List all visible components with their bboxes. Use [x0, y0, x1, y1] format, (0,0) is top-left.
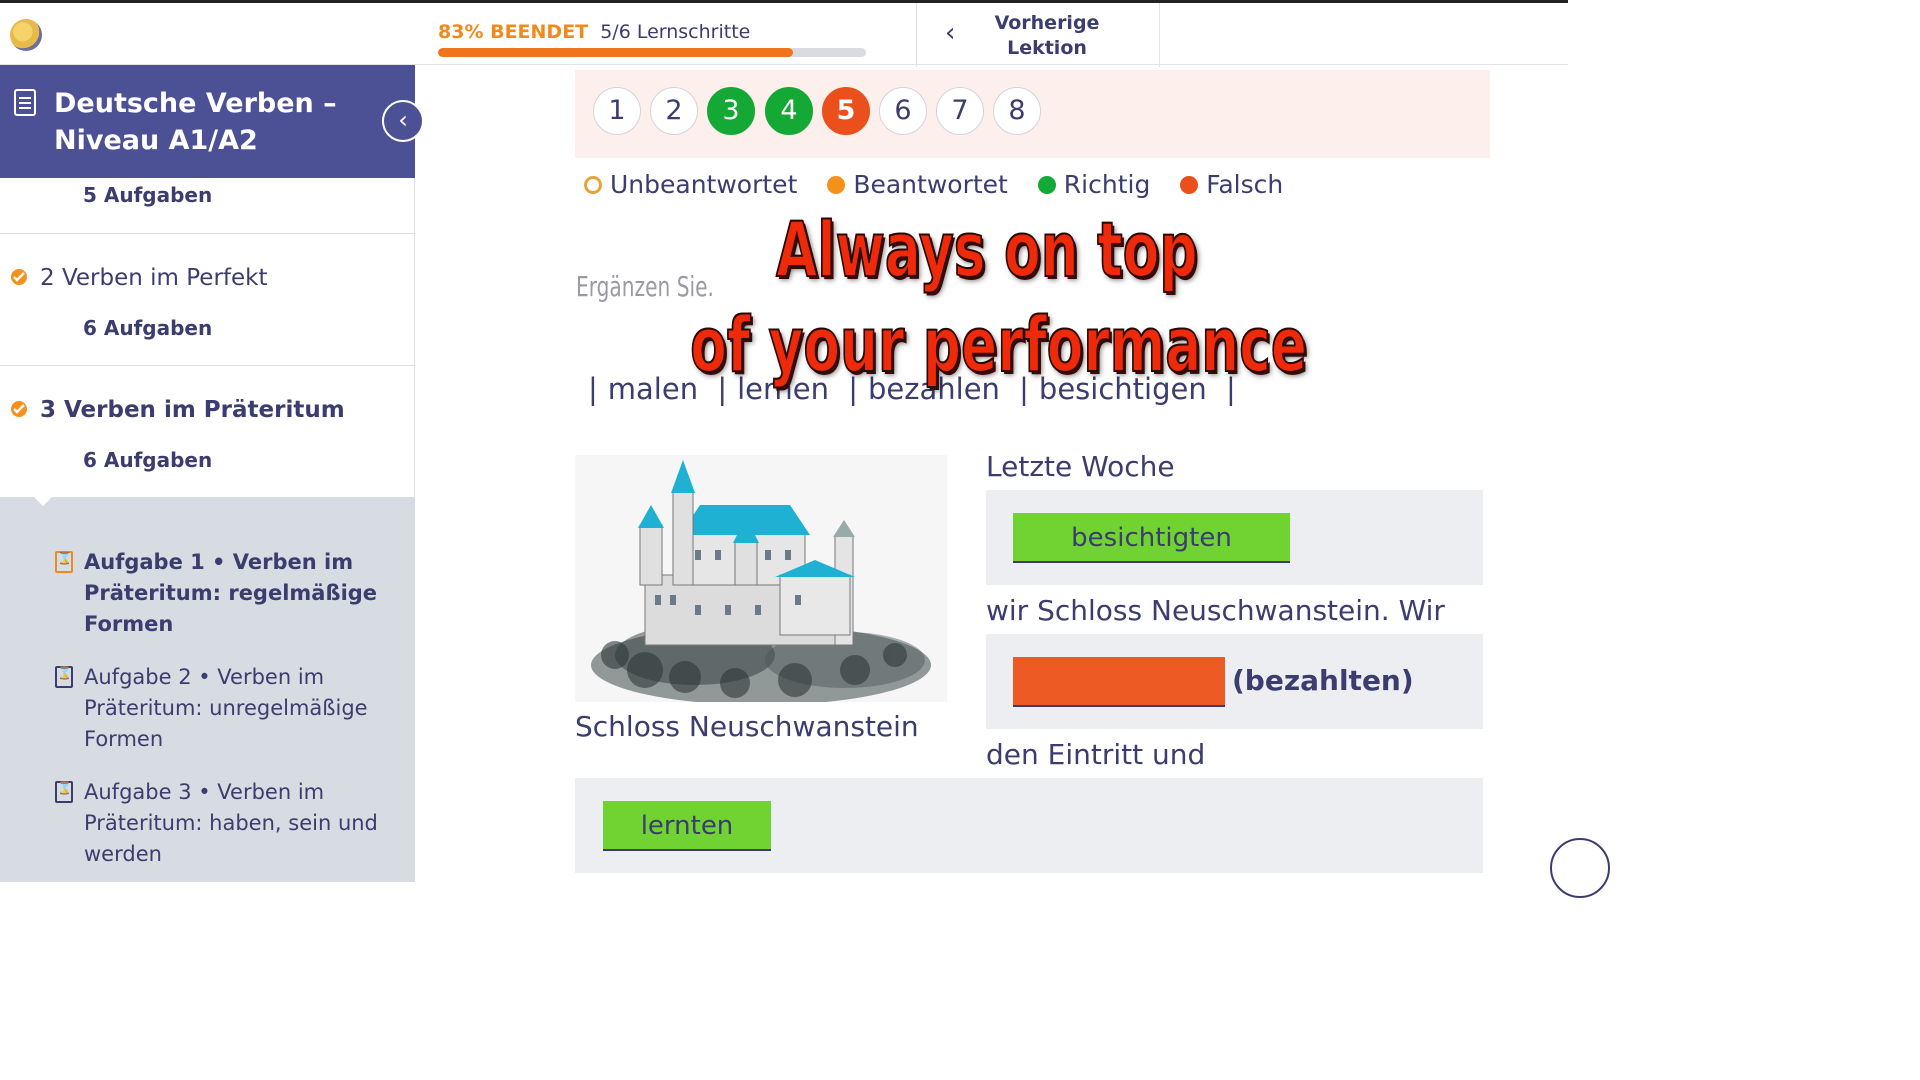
app-logo[interactable]	[10, 19, 42, 51]
chapter-label: 3 Verben im Präteritum	[40, 397, 345, 423]
course-header: Deutsche Verben – Niveau A1/A2	[0, 65, 415, 178]
overlay-caption-line2: of your performance	[690, 299, 1308, 390]
top-bar: 83% BEENDET 5/6 Lernschritte ‹ Vorherige…	[0, 0, 1568, 67]
hourglass-icon	[55, 551, 73, 573]
legend-answered: Beantwortet	[827, 170, 1008, 199]
sentence-part: den Eintritt und	[986, 738, 1206, 771]
task-submenu: Aufgabe 1 • Verben im Präteritum: regelm…	[0, 496, 415, 882]
progress-text: 83% BEENDET 5/6 Lernschritte	[438, 21, 750, 43]
question-number-button[interactable]: 2	[650, 87, 698, 135]
correct-answer-hint: (bezahlten)	[1232, 664, 1414, 697]
sentence-part: Letzte Woche	[986, 450, 1175, 483]
progress-bar-fill	[438, 48, 794, 57]
circle-outline-icon	[584, 176, 602, 194]
question-number-button[interactable]: 5	[822, 87, 870, 135]
chapter-label: 2 Verben im Perfekt	[40, 265, 268, 291]
task-label: Aufgabe 1 • Verben im Präteritum: regelm…	[84, 550, 378, 636]
question-number-button[interactable]: 4	[765, 87, 813, 135]
collapse-sidebar-button[interactable]: ‹	[382, 100, 424, 142]
check-badge-icon	[11, 401, 27, 417]
progress-percent-label: 83% BEENDET	[438, 21, 589, 43]
answer-field-wrong[interactable]	[1013, 657, 1225, 707]
chapter-task-count: 6 Aufgaben	[83, 316, 213, 340]
question-number-button[interactable]: 3	[707, 87, 755, 135]
legend-correct: Richtig	[1037, 170, 1150, 199]
course-title: Deutsche Verben – Niveau A1/A2	[54, 88, 337, 156]
previous-lesson-button[interactable]: ‹ Vorherige Lektion	[916, 3, 1160, 67]
divider	[0, 365, 415, 366]
image-caption: Schloss Neuschwanstein	[575, 710, 919, 743]
castle-illustration	[591, 460, 931, 702]
dot-orange-icon	[827, 176, 846, 194]
question-number-button[interactable]: 1	[593, 87, 641, 135]
dot-red-icon	[1180, 176, 1199, 194]
help-button[interactable]	[1550, 838, 1610, 898]
sentence-part: wir Schloss Neuschwanstein. Wir	[986, 594, 1445, 627]
word-bank-item: malen	[607, 372, 699, 406]
document-icon	[14, 89, 36, 116]
legend-unanswered: Unbeantwortet	[584, 170, 797, 199]
chevron-left-icon: ‹	[398, 106, 408, 134]
progress-bar	[438, 48, 866, 57]
sidebar-chapter-perfekt[interactable]: 2 Verben im Perfekt	[0, 255, 415, 315]
answer-field-correct[interactable]: besichtigten	[1013, 513, 1290, 563]
castle-image	[575, 455, 947, 702]
chapter-task-count: 6 Aufgaben	[83, 448, 213, 472]
answer-field-correct[interactable]: lernten	[603, 801, 771, 851]
dot-green-icon	[1037, 176, 1056, 194]
sidebar-chapter-praeteritum[interactable]: 3 Verben im Präteritum	[0, 387, 415, 447]
question-number-button[interactable]: 7	[936, 87, 984, 135]
question-navigator: 1 2 3 4 5 6 7 8	[575, 70, 1490, 158]
previous-lesson-label: Vorherige Lektion	[994, 12, 1100, 59]
hourglass-icon	[55, 781, 73, 803]
progress-steps-label: 5/6 Lernschritte	[600, 21, 751, 43]
check-badge-icon	[11, 269, 27, 285]
status-legend: Unbeantwortet Beantwortet Richtig Falsch	[584, 170, 1305, 199]
overlay-caption-line1: Always on top	[775, 204, 1198, 295]
question-number-button[interactable]: 8	[993, 87, 1041, 135]
chevron-left-icon: ‹	[945, 18, 956, 48]
hourglass-icon	[55, 666, 73, 688]
question-number-button[interactable]: 6	[879, 87, 927, 135]
task-label: Aufgabe 2 • Verben im Präteritum: unrege…	[84, 665, 368, 751]
divider	[0, 233, 415, 234]
exercise-instruction: Ergänzen Sie.	[576, 270, 714, 303]
sidebar: Deutsche Verben – Niveau A1/A2 ‹ 5 Aufga…	[0, 65, 424, 882]
chapter-task-count: 5 Aufgaben	[83, 183, 213, 207]
task-label: Aufgabe 3 • Verben im Präteritum: haben,…	[84, 780, 378, 866]
legend-wrong: Falsch	[1180, 170, 1283, 199]
